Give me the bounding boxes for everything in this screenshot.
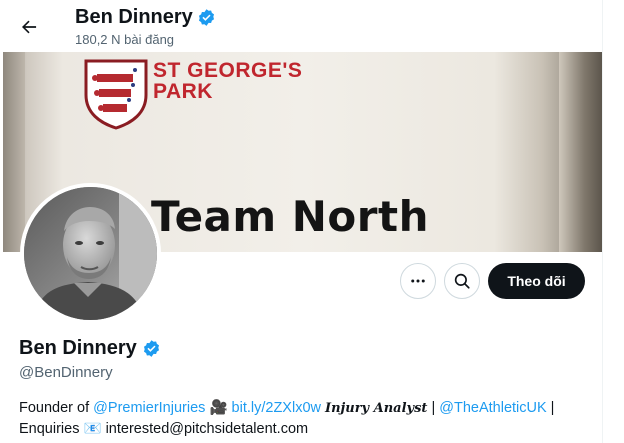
- post-count: 180,2 N bài đăng: [75, 32, 175, 47]
- bio-line-2: Enquiries 📧 interested@pitchsidetalent.c…: [19, 419, 599, 440]
- bio-url-link[interactable]: bit.ly/2ZXlx0w: [232, 400, 321, 416]
- more-options-button[interactable]: [400, 263, 436, 299]
- header-name-row: Ben Dinnery: [75, 6, 216, 29]
- header-display-name: Ben Dinnery: [75, 6, 193, 28]
- avatar-photo: [24, 187, 157, 320]
- avatar[interactable]: [20, 183, 161, 324]
- bio-enquiries: Enquiries: [19, 421, 84, 437]
- sign-line-2: PARK: [153, 80, 213, 103]
- banner-frame-right: [559, 52, 602, 252]
- bio-role: Injury Analyst: [325, 401, 428, 416]
- banner-frame-left: [3, 52, 25, 252]
- profile-handle: @BenDinnery: [19, 364, 113, 381]
- bio-email: interested@pitchsidetalent.com: [101, 421, 309, 437]
- sign-line-1: ST GEORGE'S: [153, 59, 303, 82]
- follow-button[interactable]: Theo dõi: [488, 263, 585, 299]
- three-lions-crest-icon: [84, 59, 148, 130]
- verified-badge-icon[interactable]: [142, 339, 161, 358]
- profile-name-row: Ben Dinnery: [19, 337, 161, 360]
- profile-bio: Founder of @PremierInjuries 🎥 bit.ly/2ZX…: [19, 398, 599, 440]
- arrow-left-icon: [22, 20, 37, 34]
- envelope-emoji-icon: 📧: [83, 421, 102, 437]
- column-divider: [602, 0, 603, 443]
- bio-separator: |: [427, 400, 440, 416]
- verified-badge-icon: [198, 9, 214, 26]
- profile-header: Ben Dinnery 180,2 N bài đăng: [0, 0, 602, 52]
- mention-theathleticuk[interactable]: @TheAthleticUK: [439, 400, 546, 416]
- bio-line-1: Founder of @PremierInjuries 🎥 bit.ly/2ZX…: [19, 398, 599, 419]
- banner-sign-text: ST GEORGE'S PARK: [153, 60, 302, 102]
- bio-prefix: Founder of: [19, 400, 94, 416]
- mention-premierinjuries[interactable]: @PremierInjuries: [93, 400, 205, 416]
- back-button[interactable]: [14, 12, 44, 42]
- camera-emoji-icon: 🎥: [209, 400, 228, 416]
- search-profile-button[interactable]: [444, 263, 480, 299]
- banner-team-text: Team North: [151, 192, 429, 241]
- bio-suffix: |: [546, 400, 555, 416]
- search-icon: [454, 273, 470, 289]
- display-name: Ben Dinnery: [19, 337, 137, 359]
- more-dots-icon: [411, 279, 425, 283]
